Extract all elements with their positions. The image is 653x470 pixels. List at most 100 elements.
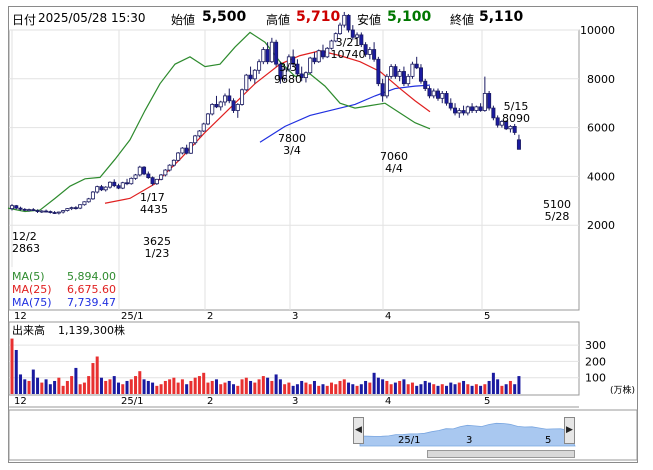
candle-body <box>129 177 134 185</box>
volume-bar <box>227 380 231 394</box>
candle-body <box>325 47 330 58</box>
candle-body <box>435 90 440 99</box>
volume-bar <box>185 384 189 394</box>
candle-body <box>308 57 313 74</box>
volume-bar <box>138 371 142 394</box>
candle-body <box>470 106 475 111</box>
candle-body <box>9 205 14 210</box>
volume-bar <box>142 379 146 394</box>
volume-bar <box>257 379 261 394</box>
volume-tick-label: 200 <box>585 355 606 368</box>
price-annotation: 10740 <box>331 48 366 61</box>
volume-bar <box>27 380 31 394</box>
date-tick-label: 4 <box>385 396 391 407</box>
volume-bar <box>368 382 372 394</box>
volume-bar <box>330 382 333 394</box>
volume-bar <box>112 376 116 394</box>
volume-bar <box>125 380 129 394</box>
candle-body <box>231 100 236 111</box>
candle-body <box>235 104 240 111</box>
candle-body <box>453 107 458 114</box>
candle-body <box>482 93 487 111</box>
date-tick-label: 2 <box>207 396 213 407</box>
volume-bar <box>364 380 368 394</box>
candle-body <box>338 24 343 35</box>
candle-body <box>116 185 121 189</box>
candle-body <box>401 71 406 85</box>
volume-bar <box>253 382 257 394</box>
volume-bar <box>385 380 389 394</box>
volume-bar <box>466 384 470 394</box>
volume-bar <box>261 376 265 394</box>
candle-body <box>56 211 61 214</box>
candle-body <box>210 104 215 115</box>
candle-body <box>150 177 155 185</box>
volume-bar <box>87 376 91 394</box>
volume-bar <box>504 384 508 394</box>
navigator-right-handle[interactable]: ▶ <box>564 417 575 444</box>
candle-body <box>31 209 36 211</box>
candle-body <box>457 110 462 114</box>
candle-body <box>367 49 372 55</box>
candle-body <box>167 164 172 171</box>
candle-body <box>380 83 385 97</box>
volume-bar <box>304 382 308 394</box>
candle-body <box>95 186 100 193</box>
candle-body <box>261 49 266 63</box>
date-tick-label: 12 <box>14 311 27 322</box>
volume-bar <box>172 377 176 394</box>
volume-bar <box>53 380 57 394</box>
navigator-window[interactable]: ◀ ▶ <box>353 417 575 445</box>
candle-body <box>193 135 198 144</box>
price-annotation: 4435 <box>140 203 168 216</box>
volume-bar <box>202 372 206 394</box>
price-axis: 10000 8000 6000 4000 2000 <box>580 24 615 232</box>
volume-bar <box>300 380 304 394</box>
legend-ma5-label: MA(5) <box>12 270 45 283</box>
price-tick-label: 4000 <box>587 170 615 183</box>
volume-bar <box>44 379 48 394</box>
candle-body <box>465 106 470 114</box>
candle-body <box>274 41 279 65</box>
volume-bar <box>415 385 419 394</box>
volume-bar <box>129 379 133 394</box>
volume-bar <box>338 380 342 394</box>
price-annotation: 2863 <box>12 242 40 255</box>
price-tick-label: 6000 <box>587 122 615 135</box>
volume-bar <box>291 385 295 394</box>
price-annotation: 1/23 <box>145 247 170 260</box>
candle-body <box>35 210 40 212</box>
candle-body <box>27 209 32 211</box>
volume-bar <box>491 372 495 394</box>
candle-body <box>73 207 78 210</box>
price-annotation: 9680 <box>274 73 302 86</box>
candle-body <box>487 93 492 109</box>
volume-bar <box>121 384 125 394</box>
volume-bar <box>65 380 69 394</box>
candle-body <box>112 181 117 187</box>
volume-axis: 300 200 100 <box>585 339 606 385</box>
volume-bar <box>10 338 14 394</box>
candle-body <box>90 191 95 200</box>
volume-bar <box>398 380 402 394</box>
candle-body <box>240 89 245 105</box>
volume-bar <box>449 382 453 394</box>
volume-bar <box>359 384 363 394</box>
volume-bar <box>393 382 397 394</box>
volume-bar <box>376 377 380 394</box>
volume-bar <box>513 384 517 394</box>
volume-bar <box>427 382 431 394</box>
volume-bar <box>104 380 108 394</box>
volume-bar <box>99 377 103 394</box>
candle-body <box>142 166 147 175</box>
navigator-scrollbar[interactable] <box>427 450 575 458</box>
candle-body <box>78 204 83 209</box>
candlestick-chart: 12/228631/17443536251/233/3968078003/43/… <box>7 11 638 461</box>
volume-bar <box>151 382 155 394</box>
candle-body <box>372 49 377 60</box>
candle-body <box>423 80 428 89</box>
volume-bar <box>78 384 82 394</box>
volume-title: 出来高 <box>12 323 45 337</box>
navigator-left-handle[interactable]: ◀ <box>353 417 364 444</box>
candle-body <box>146 173 151 179</box>
